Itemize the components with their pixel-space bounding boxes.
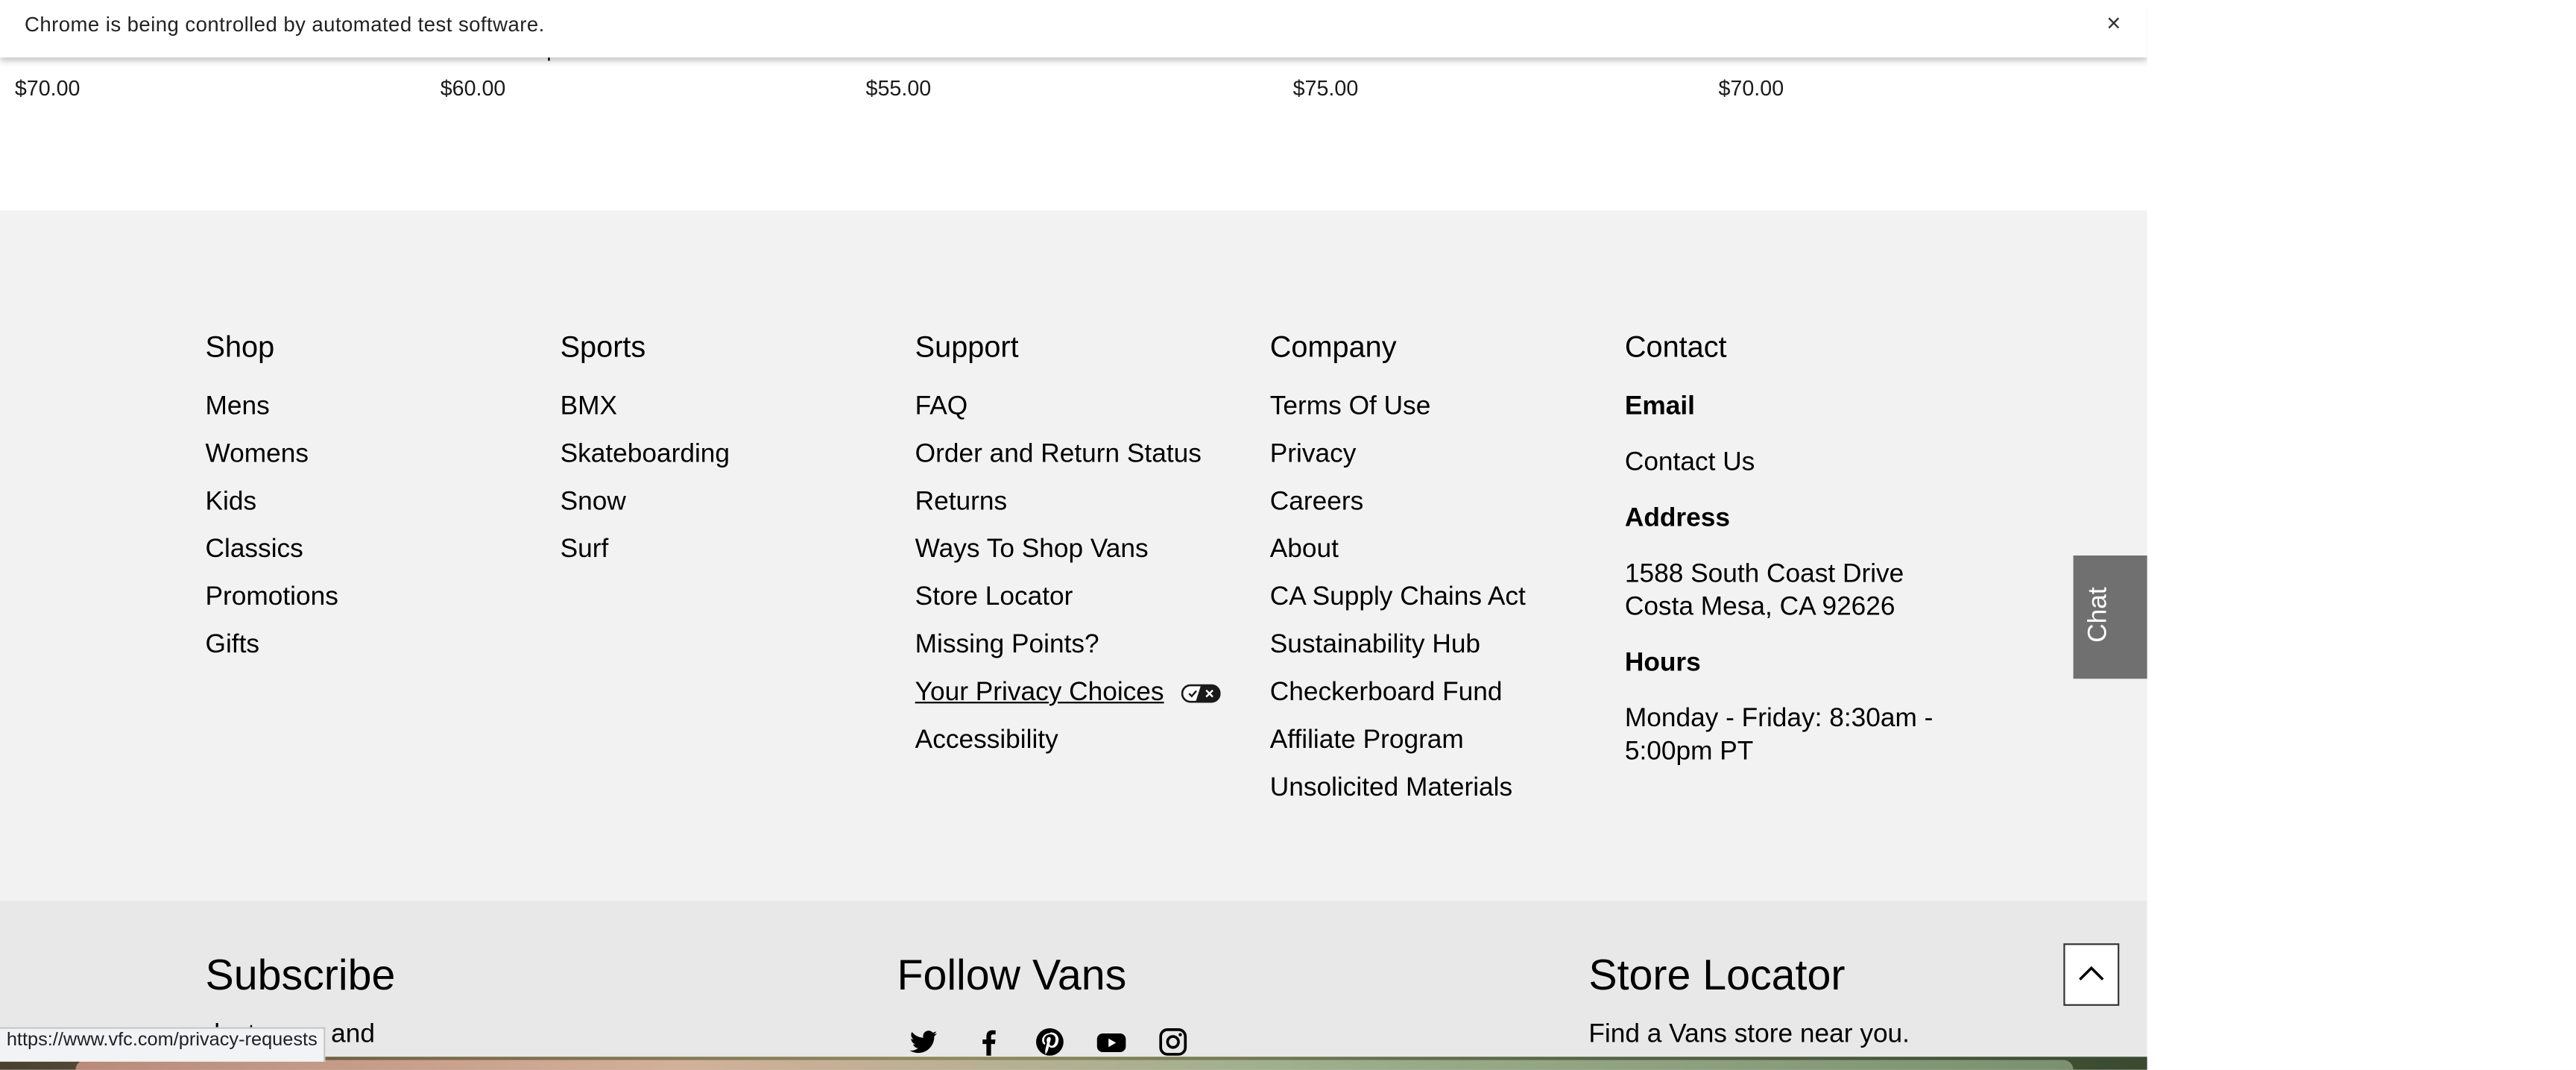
product-price: $70.00 [1718,75,1784,101]
chevron-up-icon [2079,966,2104,981]
chat-label: Chat [2085,587,2113,643]
footer-contact-column: Contact Email Contact Us Address 1588 So… [1625,329,1933,770]
footer-support-title: Support [915,330,1019,364]
product-price: $75.00 [1292,75,1359,101]
footer-link[interactable]: Missing Points? [915,629,1221,677]
hours-line-2: 5:00pm PT [1624,737,1754,767]
blank-area [2147,0,2576,1070]
footer-sports-column: Sports BMX Skateboarding Snow Surf [561,329,730,582]
footer-sports-title: Sports [560,330,646,364]
scroll-to-top-button[interactable] [2063,943,2120,1006]
follow-title: Follow Vans [897,949,1127,1000]
status-bar-url: https://www.vfc.com/privacy-requests [0,1027,326,1062]
chat-button[interactable]: Chat [2073,555,2147,679]
automation-infobar: Chrome is being controlled by automated … [0,0,2147,58]
footer-link[interactable]: Ways To Shop Vans [915,534,1221,582]
footer-link[interactable]: Store Locator [915,582,1221,629]
footer-link[interactable]: Skateboarding [561,438,730,486]
footer-support-column: Support FAQ Order and Return Status Retu… [915,329,1221,772]
footer-link[interactable]: Unsolicited Materials [1270,772,1526,820]
footer-link[interactable]: Mens [206,391,338,439]
window-edge [75,1060,2074,1070]
address-label: Address [1624,504,1730,533]
footer-link[interactable]: Snow [561,486,730,534]
footer-link[interactable]: Sustainability Hub [1270,629,1526,677]
store-locator-text: Find a Vans store near you. [1588,1020,1910,1049]
footer-link[interactable]: Gifts [206,629,338,677]
page: Old Skool Shoe $70.00 Classic Slip-On Ch… [0,0,2147,1070]
footer-link[interactable]: Classics [206,534,338,582]
subscribe-title: Subscribe [205,949,396,1000]
footer-company-column: Company Terms Of Use Privacy Careers Abo… [1270,329,1526,820]
footer-link[interactable]: Order and Return Status [915,438,1221,486]
footer-link[interactable]: Returns [915,486,1221,534]
address-line-2: Costa Mesa, CA 92626 [1624,593,1895,622]
email-label: Email [1624,392,1695,421]
footer-link[interactable]: Terms Of Use [1270,391,1526,439]
footer-shop-column: Shop Mens Womens Kids Classics Promotion… [206,329,338,677]
infobar-message: Chrome is being controlled by automated … [25,13,545,37]
footer-link[interactable]: Promotions [206,582,338,629]
footer-link[interactable]: Privacy [1270,438,1526,486]
hours-line-1: Monday - Friday: 8:30am - [1624,705,1933,734]
footer-link[interactable]: CA Supply Chains Act [1270,582,1526,629]
close-icon[interactable]: × [2106,10,2121,37]
footer-link[interactable]: FAQ [915,391,1221,439]
footer-company-title: Company [1269,330,1397,364]
footer-link[interactable]: Surf [561,534,730,582]
privacy-choices-link[interactable]: Your Privacy Choices [915,677,1221,725]
footer-link[interactable]: Checkerboard Fund [1270,677,1526,725]
privacy-choices-label[interactable]: Your Privacy Choices [915,679,1164,706]
hours-label: Hours [1624,649,1701,678]
product-price: $55.00 [865,75,932,101]
footer-link[interactable]: Accessibility [915,725,1221,772]
footer-link[interactable]: About [1270,534,1526,582]
footer: Shop Mens Womens Kids Classics Promotion… [0,210,2147,901]
footer-link[interactable]: BMX [561,391,730,439]
viewport: Old Skool Shoe $70.00 Classic Slip-On Ch… [0,0,2576,1070]
footer-link[interactable]: Affiliate Program [1270,725,1526,772]
product-price: $60.00 [440,75,506,101]
store-locator-title: Store Locator [1588,949,1846,1000]
footer-link[interactable]: Kids [206,486,338,534]
footer-link[interactable]: Womens [206,438,338,486]
product-price: $70.00 [14,75,80,101]
contact-us-link[interactable]: Contact Us [1625,447,1933,480]
footer-contact-title: Contact [1624,330,1727,364]
address-line-1: 1588 South Coast Drive [1624,560,1904,589]
footer-shop-title: Shop [205,330,275,364]
privacy-choices-icon [1181,684,1221,702]
footer-link[interactable]: Careers [1270,486,1526,534]
